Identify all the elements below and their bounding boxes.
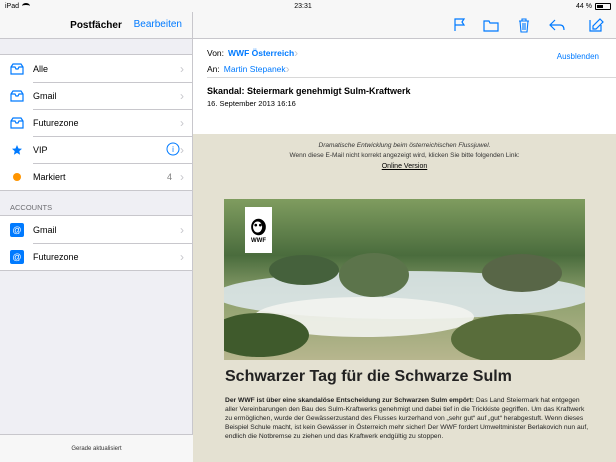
accounts-list: @ Gmail › @ Futurezone › bbox=[0, 215, 192, 271]
message-subject: Skandal: Steiermark genehmigt Sulm-Kraft… bbox=[207, 86, 411, 96]
to-line: An: Martin Stepanek › bbox=[207, 61, 602, 77]
sidebar-header: Postfächer Bearbeiten bbox=[0, 12, 192, 39]
intro-text: Dramatische Entwicklung beim österreichi… bbox=[318, 142, 491, 149]
reply-icon[interactable] bbox=[549, 17, 565, 33]
device-label: iPad bbox=[5, 2, 20, 10]
mailbox-flagged[interactable]: Markiert 4 › bbox=[0, 163, 192, 190]
svg-text:@: @ bbox=[12, 252, 21, 262]
mailbox-list: Alle › Gmail › Futurezone › VIP i › Mark… bbox=[0, 54, 192, 191]
wifi-icon bbox=[22, 3, 31, 9]
inbox-icon bbox=[10, 89, 24, 103]
chevron-right-icon: › bbox=[180, 88, 184, 103]
account-label: Futurezone bbox=[33, 251, 79, 262]
mailbox-label: Futurezone bbox=[33, 117, 79, 128]
svg-text:i: i bbox=[172, 145, 174, 154]
info-icon[interactable]: i bbox=[166, 142, 180, 158]
account-gmail[interactable]: @ Gmail › bbox=[0, 216, 192, 243]
folder-icon[interactable] bbox=[483, 17, 499, 33]
to-label: An: bbox=[207, 64, 220, 74]
mailbox-label: Alle bbox=[33, 63, 49, 74]
email-headline: Schwarzer Tag für die Schwarze Sulm bbox=[225, 368, 512, 385]
message-toolbar bbox=[193, 12, 616, 39]
trash-icon[interactable] bbox=[516, 17, 532, 33]
at-icon: @ bbox=[10, 249, 24, 264]
chevron-right-icon: › bbox=[180, 222, 184, 237]
battery-percent: 44 % bbox=[576, 2, 592, 10]
mailbox-label: VIP bbox=[33, 144, 48, 155]
chevron-right-icon: › bbox=[180, 61, 184, 76]
chevron-right-icon: › bbox=[180, 142, 184, 157]
mailbox-vip[interactable]: VIP i › bbox=[0, 136, 192, 163]
status-right: 44 % bbox=[576, 2, 611, 10]
update-status: Gerade aktualisiert bbox=[0, 434, 193, 462]
accounts-section-label: ACCOUNTS bbox=[10, 203, 53, 212]
river-scene bbox=[224, 253, 585, 360]
svg-text:@: @ bbox=[12, 225, 21, 235]
mailbox-sidebar: Postfächer Bearbeiten Alle › Gmail › Fut… bbox=[0, 12, 193, 462]
mailbox-gmail[interactable]: Gmail › bbox=[0, 82, 192, 109]
status-left: iPad bbox=[5, 2, 31, 10]
account-futurezone[interactable]: @ Futurezone › bbox=[0, 243, 192, 270]
view-online-note: Wenn diese E-Mail nicht korrekt angezeig… bbox=[289, 152, 520, 159]
chevron-right-icon: › bbox=[285, 62, 290, 76]
river-photo: WWF bbox=[224, 199, 585, 360]
online-version-link[interactable]: Online Version bbox=[193, 163, 616, 170]
email-paragraph: Der WWF ist über eine skandalöse Entsche… bbox=[225, 396, 589, 441]
flag-icon[interactable] bbox=[452, 17, 468, 33]
chevron-right-icon: › bbox=[180, 115, 184, 130]
message-header: Von: WWF Österreich › An: Martin Stepane… bbox=[193, 45, 616, 77]
from-label: Von: bbox=[207, 48, 225, 58]
chevron-right-icon: › bbox=[294, 46, 299, 60]
recipient-link[interactable]: Martin Stepanek bbox=[224, 64, 286, 74]
inbox-icon bbox=[10, 62, 24, 76]
html-email-body: Dramatische Entwicklung beim österreichi… bbox=[193, 134, 616, 462]
hide-details-button[interactable]: Ausblenden bbox=[557, 52, 599, 61]
star-icon bbox=[10, 143, 24, 157]
sender-link[interactable]: WWF Österreich bbox=[228, 48, 294, 58]
mailbox-label: Gmail bbox=[33, 90, 57, 101]
inbox-icon bbox=[10, 116, 24, 130]
mailbox-label: Markiert bbox=[33, 171, 66, 182]
flag-dot-icon bbox=[10, 170, 24, 184]
edit-button[interactable]: Bearbeiten bbox=[134, 19, 182, 30]
status-time: 23:31 bbox=[294, 2, 312, 10]
chevron-right-icon: › bbox=[180, 249, 184, 264]
status-bar: iPad 23:31 44 % bbox=[0, 0, 616, 12]
chevron-right-icon: › bbox=[180, 169, 184, 184]
lead-text: Der WWF ist über eine skandalöse Entsche… bbox=[225, 397, 474, 404]
flagged-count: 4 bbox=[166, 171, 172, 182]
mailbox-all[interactable]: Alle › bbox=[0, 55, 192, 82]
message-view: Von: WWF Österreich › An: Martin Stepane… bbox=[193, 12, 616, 462]
sidebar-title: Postfächer bbox=[70, 19, 122, 31]
battery-icon bbox=[594, 2, 611, 10]
compose-icon[interactable] bbox=[588, 17, 604, 33]
mailbox-futurezone[interactable]: Futurezone › bbox=[0, 109, 192, 136]
at-icon: @ bbox=[10, 222, 24, 237]
account-label: Gmail bbox=[33, 224, 57, 235]
message-date: 16. September 2013 16:16 bbox=[207, 99, 296, 108]
from-line: Von: WWF Österreich › bbox=[207, 45, 602, 61]
